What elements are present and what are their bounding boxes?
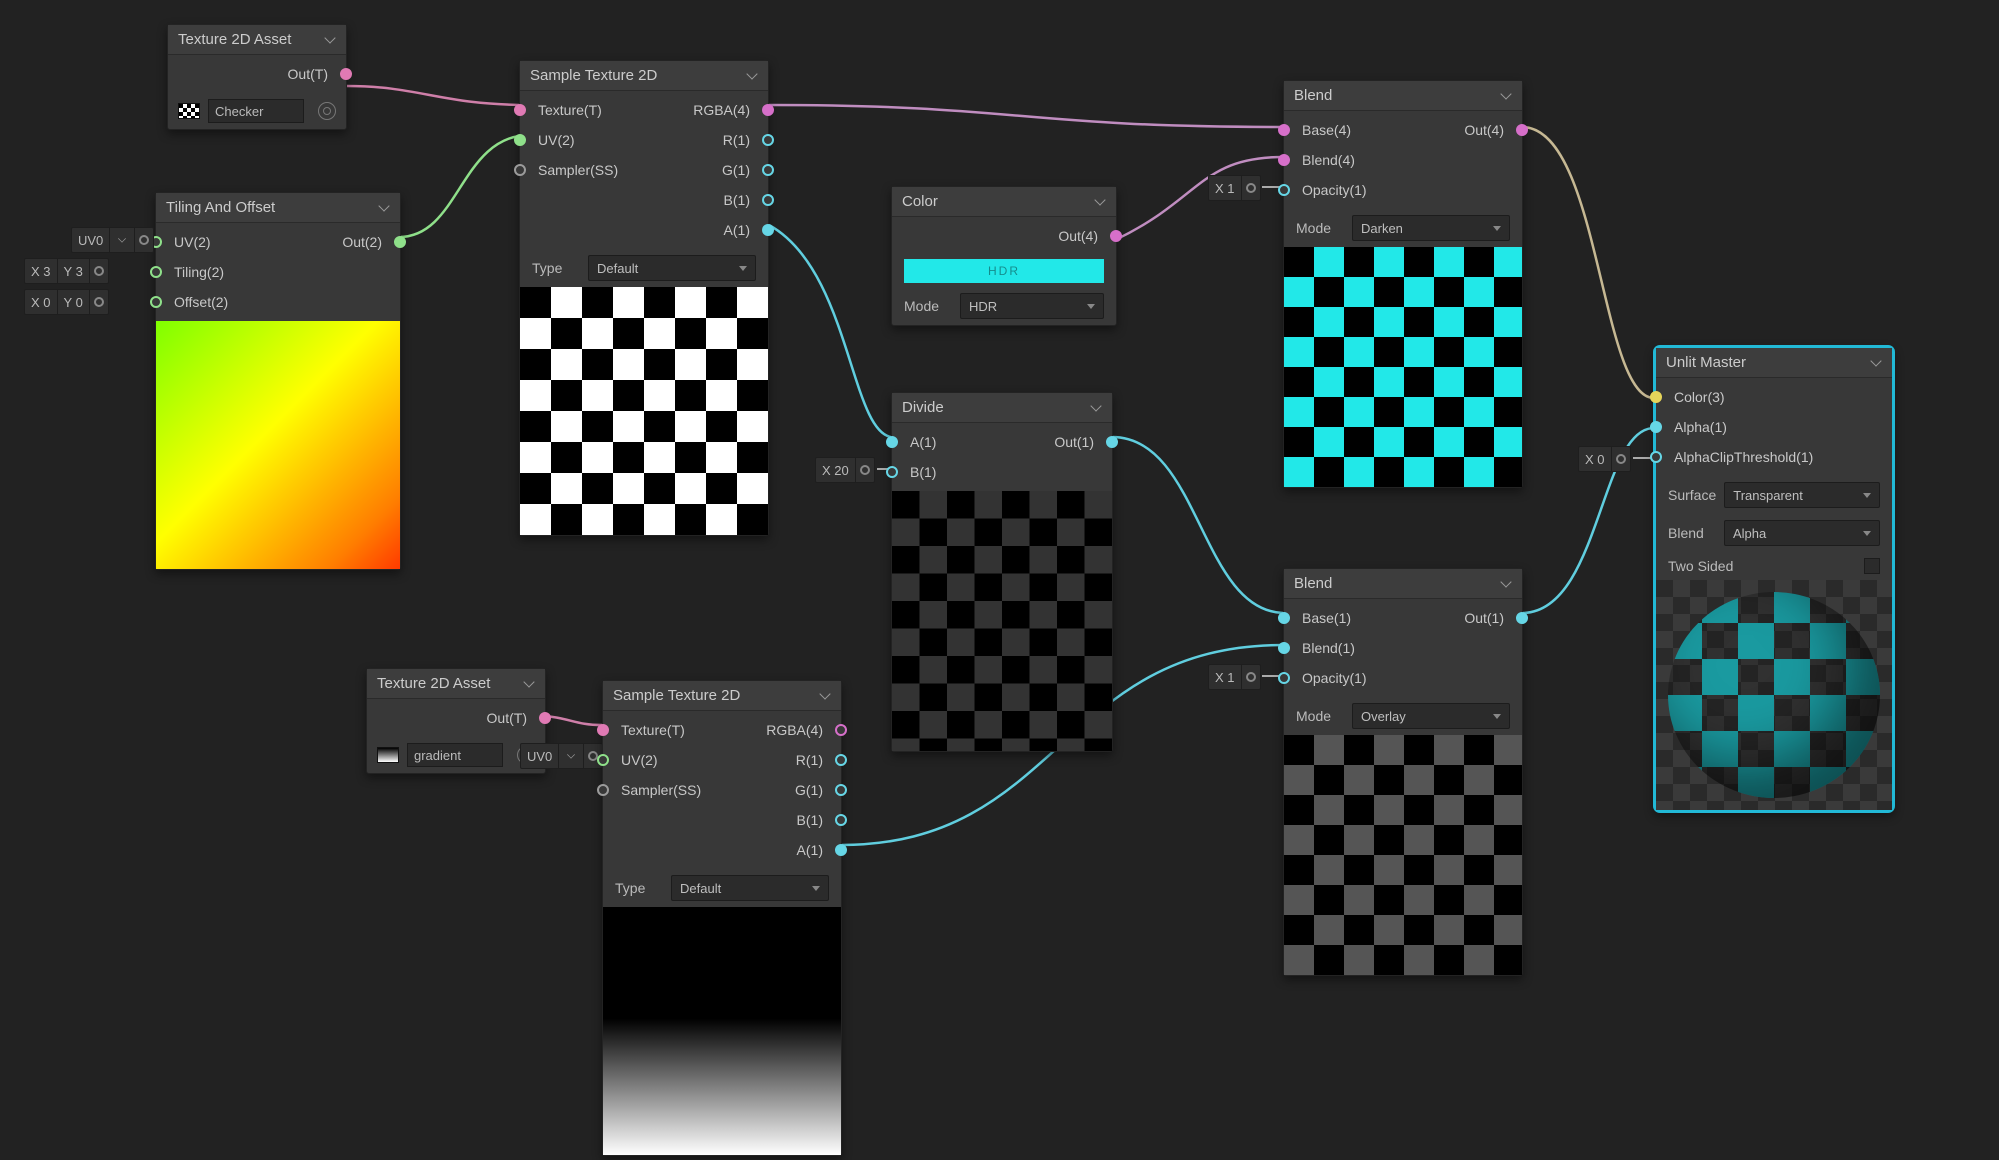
- node-color[interactable]: Color Out(4) HDR ModeHDR: [891, 186, 1117, 326]
- node-divide[interactable]: Divide A(1)Out(1) B(1): [891, 392, 1113, 752]
- asset-thumb: [377, 747, 399, 763]
- port-out[interactable]: Out(4): [892, 221, 1116, 251]
- chevron-down-icon[interactable]: [1094, 196, 1106, 208]
- node-preview: [156, 321, 400, 569]
- asset-picker[interactable]: Checker: [168, 93, 346, 129]
- chip-uv0-b[interactable]: UV0: [520, 743, 603, 769]
- chevron-down-icon[interactable]: [523, 678, 535, 690]
- mode-dropdown[interactable]: ModeHDR: [892, 287, 1116, 325]
- type-dropdown[interactable]: TypeDefault: [603, 869, 841, 907]
- node-unlit-master[interactable]: Unlit Master Color(3) Alpha(1) AlphaClip…: [1654, 346, 1894, 812]
- chip-alpha-clip[interactable]: X 0: [1578, 446, 1631, 472]
- chip-tiling-xy[interactable]: X 3Y 3: [24, 258, 109, 284]
- node-titlebar[interactable]: Divide: [892, 393, 1112, 423]
- two-sided-toggle[interactable]: Two Sided: [1656, 552, 1892, 580]
- chevron-down-icon[interactable]: [1870, 357, 1882, 369]
- node-sample-texture-2d-1[interactable]: Sample Texture 2D Texture(T)RGBA(4) UV(2…: [519, 60, 769, 536]
- node-texture2d-asset-1[interactable]: Texture 2D Asset Out(T) Checker: [167, 24, 347, 130]
- master-preview: [1656, 580, 1892, 810]
- asset-picker[interactable]: gradient: [367, 737, 545, 773]
- chevron-down-icon[interactable]: [1500, 578, 1512, 590]
- chevron-down-icon[interactable]: [819, 690, 831, 702]
- chip-uv0[interactable]: UV0: [71, 227, 154, 253]
- port-in-offset[interactable]: Offset(2): [156, 287, 400, 317]
- object-picker-icon[interactable]: [318, 102, 336, 120]
- node-blend-1[interactable]: Blend Base(4)Out(4) Blend(4) Opacity(1) …: [1283, 80, 1523, 488]
- node-tiling-and-offset[interactable]: Tiling And Offset UV(2) Out(2) Tiling(2)…: [155, 192, 401, 570]
- chevron-down-icon[interactable]: [1500, 90, 1512, 102]
- chevron-down-icon[interactable]: [1090, 402, 1102, 414]
- mode-dropdown[interactable]: ModeOverlay: [1284, 697, 1522, 735]
- node-titlebar[interactable]: Texture 2D Asset: [168, 25, 346, 55]
- chevron-down-icon[interactable]: [746, 70, 758, 82]
- mode-dropdown[interactable]: ModeDarken: [1284, 209, 1522, 247]
- chip-divide-b[interactable]: X 20: [815, 457, 875, 483]
- node-blend-2[interactable]: Blend Base(1)Out(1) Blend(1) Opacity(1) …: [1283, 568, 1523, 976]
- node-texture2d-asset-2[interactable]: Texture 2D Asset Out(T) gradient: [366, 668, 546, 774]
- port-out[interactable]: [394, 236, 406, 248]
- node-titlebar[interactable]: Tiling And Offset: [156, 193, 400, 223]
- asset-thumb: [178, 103, 200, 119]
- node-titlebar[interactable]: Sample Texture 2D: [520, 61, 768, 91]
- port-in-tiling[interactable]: Tiling(2): [156, 257, 400, 287]
- node-title: Texture 2D Asset: [178, 31, 291, 48]
- chip-blend1-opacity[interactable]: X 1: [1208, 175, 1261, 201]
- chip-blend2-opacity[interactable]: X 1: [1208, 664, 1261, 690]
- node-titlebar[interactable]: Color: [892, 187, 1116, 217]
- chevron-down-icon[interactable]: [378, 202, 390, 214]
- node-preview: [603, 907, 841, 1155]
- chevron-down-icon[interactable]: [324, 34, 336, 46]
- surface-dropdown[interactable]: SurfaceTransparent: [1656, 476, 1892, 514]
- node-preview: [1284, 735, 1522, 975]
- color-swatch[interactable]: HDR: [904, 259, 1104, 283]
- node-preview: [520, 287, 768, 535]
- chip-offset-xy[interactable]: X 0Y 0: [24, 289, 109, 315]
- node-sample-texture-2d-2[interactable]: Sample Texture 2D Texture(T)RGBA(4) UV(2…: [602, 680, 842, 1156]
- port-out-t[interactable]: Out(T): [168, 59, 346, 89]
- type-dropdown[interactable]: TypeDefault: [520, 249, 768, 287]
- row-uv-out: UV(2) Out(2): [156, 227, 400, 257]
- node-preview: [1284, 247, 1522, 487]
- blend-dropdown[interactable]: BlendAlpha: [1656, 514, 1892, 552]
- node-preview: [892, 491, 1112, 751]
